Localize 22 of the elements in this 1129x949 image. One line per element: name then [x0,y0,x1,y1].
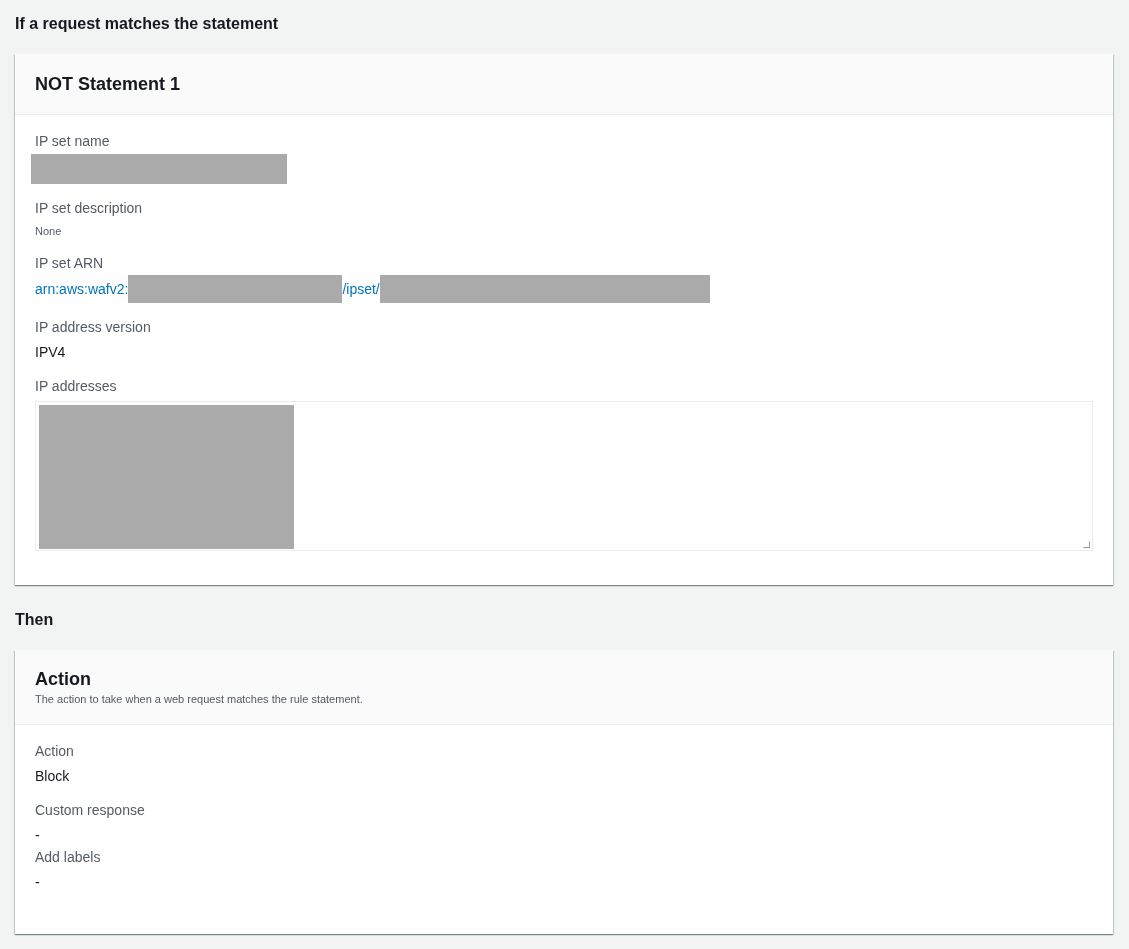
field-value: None [35,224,63,239]
field-value: - [35,826,41,845]
card-title: Action [35,668,92,690]
arn-link[interactable]: arn:aws:wafv2: [35,279,129,299]
field-value: IPV4 [35,343,67,362]
field-value: - [35,873,41,892]
field-label: Action [35,742,75,761]
section-heading: Then [15,610,55,630]
resize-handle-icon [1083,541,1090,548]
field-label: IP set description [35,199,144,218]
section-heading: If a request matches the statement [15,14,280,34]
card-title: NOT Statement 1 [35,73,182,95]
ip-addresses-textarea[interactable] [35,401,1093,551]
field-value: Block [35,767,71,786]
card-description: The action to take when a web request matches the rule statement. [35,692,364,707]
field-label: IP addresses [35,377,118,396]
arn-link[interactable]: /ipset/ [342,279,380,299]
field-label: IP set ARN [35,254,105,273]
field-label: IP set name [35,132,111,151]
field-label: Custom response [35,801,146,820]
field-label: IP address version [35,318,152,337]
field-label: Add labels [35,848,102,867]
